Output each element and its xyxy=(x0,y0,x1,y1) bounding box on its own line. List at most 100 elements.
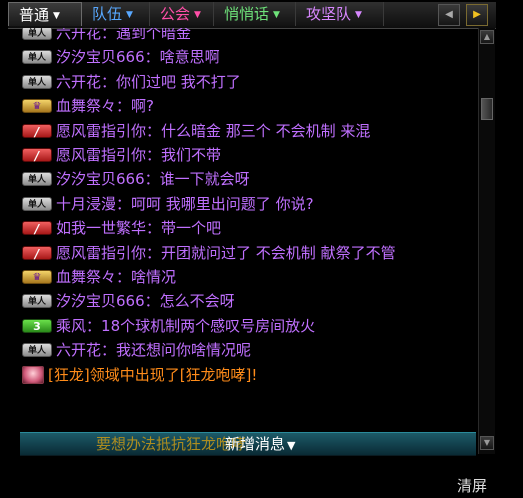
speaker-name[interactable]: 六开花 xyxy=(56,28,101,44)
chat-line: 单人 六开花：我还想问你啥情况呢 xyxy=(22,339,251,361)
rank-badge-icon: / xyxy=(22,245,52,261)
chat-line: / 愿风雷指引你：什么暗金 那三个 不会机制 来混 xyxy=(22,120,370,142)
scroll-down-button[interactable]: ▼ xyxy=(480,436,494,450)
speaker-separator: ： xyxy=(101,72,117,91)
caret-down-icon: ▼ xyxy=(126,9,133,20)
speaker-separator: ： xyxy=(146,121,162,140)
speaker-separator: ： xyxy=(101,28,117,42)
speaker-separator: ： xyxy=(116,194,132,213)
caret-down-icon: ▼ xyxy=(273,9,280,20)
chat-line: ♛ 血舞祭々：啊? xyxy=(22,95,154,117)
message-text: 怎么不会呀 xyxy=(159,292,235,311)
speaker-name[interactable]: 如我一世繁华 xyxy=(56,217,146,239)
speaker-name[interactable]: 愿风雷指引你 xyxy=(56,144,146,166)
rank-badge-icon: ♛ xyxy=(22,270,52,284)
chat-line: / 如我一世繁华：带一个吧 xyxy=(22,217,221,239)
triangle-right-icon: ▶ xyxy=(473,9,481,20)
rank-badge-icon: 单人 xyxy=(22,196,52,211)
rank-badge-icon: 单人 xyxy=(22,50,52,65)
chat-line: / 愿风雷指引你：我们不带 xyxy=(22,144,221,166)
chat-window: 普通 ▼ 队伍 ▼ 公会 ▼ 悄悄话 ▼ 攻坚队 ▼ ◀ ▶ 单人 六开花：遇到个暗金 单人 汐汐宝贝6… xyxy=(0,0,523,498)
tab-1[interactable]: 普通 ▼ xyxy=(8,2,82,26)
speaker-separator: ： xyxy=(116,97,132,116)
message-text: 啊? xyxy=(131,97,154,116)
tab-label: 攻坚队 xyxy=(306,5,352,23)
new-message-button[interactable]: 新增消息 ▼ xyxy=(225,435,295,453)
chat-line: 单人 汐汐宝贝666：怎么不会呀 xyxy=(22,290,235,312)
speaker-name[interactable]: 乘风 xyxy=(56,315,86,337)
rank-badge-icon: / xyxy=(22,148,52,163)
speaker-separator: ： xyxy=(144,292,160,311)
speaker-name[interactable]: 十月浸漫 xyxy=(56,193,116,215)
tab-next-button[interactable]: ▶ xyxy=(466,4,488,26)
chat-line: [狂龙]领域中出现了[狂龙咆哮]! xyxy=(22,364,257,386)
message-text: 开团就问过了 不会机制 献祭了不管 xyxy=(161,243,396,262)
caret-down-icon: ▼ xyxy=(194,9,201,20)
tab-4[interactable]: 悄悄话 ▼ xyxy=(214,2,296,26)
speaker-name[interactable]: 愿风雷指引你 xyxy=(56,242,146,264)
triangle-down-icon: ▼ xyxy=(287,439,296,452)
chat-line: 3 乘风： 18个球机制两个感叹号房间放火 xyxy=(22,315,315,337)
message-text: 呵呵 我哪里出问题了 你说? xyxy=(131,194,314,213)
tab-5[interactable]: 攻坚队 ▼ xyxy=(296,2,384,26)
tab-3[interactable]: 公会 ▼ xyxy=(150,2,214,26)
new-message-label: 新增消息 xyxy=(225,435,286,453)
speaker-separator: ： xyxy=(146,219,162,238)
tab-label: 悄悄话 xyxy=(224,5,270,23)
message-text: 什么暗金 那三个 不会机制 来混 xyxy=(161,121,371,140)
clear-screen-button[interactable]: 清屏 xyxy=(457,476,487,496)
chat-line: 单人 十月浸漫：呵呵 我哪里出问题了 你说? xyxy=(22,193,314,215)
speaker-separator: ： xyxy=(144,170,160,189)
speaker-separator: ： xyxy=(144,48,160,67)
speaker-name[interactable]: 汐汐宝贝666 xyxy=(56,46,145,68)
rank-badge-icon: 单人 xyxy=(22,28,52,40)
speaker-name[interactable]: 六开花 xyxy=(56,339,101,361)
speaker-name[interactable]: 六开花 xyxy=(56,71,101,93)
tab-2[interactable]: 队伍 ▼ xyxy=(82,2,150,26)
system-hint-text: 要想办法抵抗狂龙咆哮 xyxy=(96,435,247,453)
scroll-thumb[interactable] xyxy=(481,98,493,120)
speaker-name[interactable]: 血舞祭々 xyxy=(56,266,116,288)
chat-log: 单人 六开花：遇到个暗金 单人 汐汐宝贝666：啥意思啊 单人 六开花：你们过吧 我不打了… xyxy=(22,28,474,432)
tab-label: 公会 xyxy=(160,5,191,23)
chat-line: ♛ 血舞祭々：啥情况 xyxy=(22,266,176,288)
chat-line: 单人 六开花：遇到个暗金 xyxy=(22,28,191,44)
rank-badge-icon: 单人 xyxy=(22,74,52,89)
message-text: 我还想问你啥情况呢 xyxy=(116,341,252,360)
tab-label: 队伍 xyxy=(92,5,123,23)
rank-badge-icon: / xyxy=(22,123,52,139)
chat-scrollbar[interactable]: ▲ ▼ xyxy=(478,28,495,454)
speaker-separator: ： xyxy=(146,243,162,262)
scroll-up-button[interactable]: ▲ xyxy=(480,30,494,44)
message-text: 啥情况 xyxy=(131,268,177,286)
message-text: 我们不带 xyxy=(161,146,222,164)
triangle-down-icon: ▼ xyxy=(483,438,491,447)
speaker-separator: ： xyxy=(116,268,132,286)
rank-badge-icon: 单人 xyxy=(22,294,52,309)
speaker-name[interactable]: 血舞祭々 xyxy=(56,95,116,117)
triangle-up-icon: ▲ xyxy=(483,32,491,41)
rank-badge-icon: / xyxy=(22,221,52,236)
triangle-left-icon: ◀ xyxy=(445,9,453,20)
speaker-separator: ： xyxy=(146,146,162,164)
message-text: 遇到个暗金 xyxy=(116,28,192,42)
rank-badge-icon: 3 xyxy=(22,318,52,333)
rank-badge-icon: 单人 xyxy=(22,343,52,358)
speaker-separator: ： xyxy=(101,341,117,360)
chat-line: 单人 六开花：你们过吧 我不打了 xyxy=(22,71,241,93)
tab-label: 普通 xyxy=(19,6,50,24)
speaker-name[interactable]: 汐汐宝贝666 xyxy=(56,168,145,190)
message-text: [狂龙]领域中出现了[狂龙咆哮]! xyxy=(48,365,258,384)
rank-badge-icon: 单人 xyxy=(22,172,52,187)
tab-prev-button[interactable]: ◀ xyxy=(438,4,460,26)
speaker-name[interactable]: 愿风雷指引你 xyxy=(56,120,146,142)
caret-down-icon: ▼ xyxy=(355,9,362,20)
system-avatar-icon xyxy=(22,365,44,384)
chat-line: / 愿风雷指引你：开团就问过了 不会机制 献祭了不管 xyxy=(22,242,396,264)
channel-tab-bar: 普通 ▼ 队伍 ▼ 公会 ▼ 悄悄话 ▼ 攻坚队 ▼ xyxy=(8,2,496,29)
rank-badge-icon: ♛ xyxy=(22,99,52,114)
message-text: 你们过吧 我不打了 xyxy=(116,72,241,91)
speaker-name[interactable]: 汐汐宝贝666 xyxy=(56,290,145,312)
message-text: 带一个吧 xyxy=(161,219,222,238)
message-text: 18个球机制两个感叹号房间放火 xyxy=(101,316,316,335)
